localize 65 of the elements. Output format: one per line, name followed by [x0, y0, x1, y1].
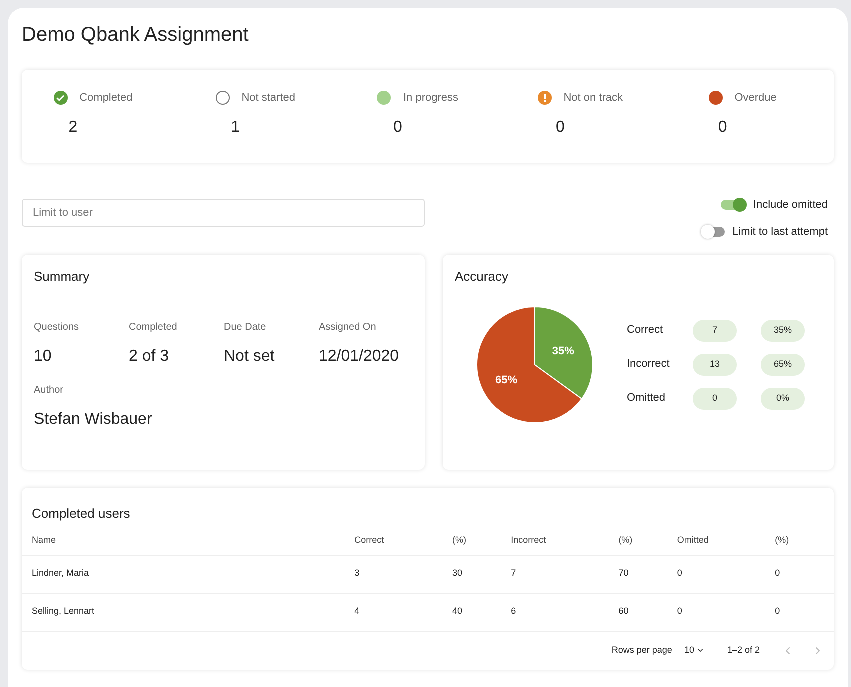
column-header: Incorrect	[511, 534, 548, 546]
rows-per-page-label: Rows per page	[612, 644, 672, 657]
table-cell-text: 3	[354, 567, 361, 580]
table-cell-text: 7	[511, 567, 518, 580]
table-cell-text: Selling, Lennart	[32, 605, 96, 618]
percent-pill: 0%	[761, 388, 805, 410]
percent-pill: 35%	[761, 320, 805, 342]
status-label: Completed	[80, 90, 133, 106]
page-range: 1–2 of 2	[727, 644, 760, 657]
table-cell-text: 4	[354, 605, 361, 618]
field-value: 10	[34, 346, 53, 366]
table-cell-text: 0	[677, 605, 684, 618]
column-header: (%)	[618, 534, 634, 547]
table-cell-text: 30	[452, 567, 464, 580]
status-label: In progress	[403, 90, 458, 106]
field-label: Questions	[34, 320, 80, 334]
page-title: Demo Qbank Assignment	[22, 23, 250, 48]
field-value: 12/01/2020	[319, 346, 400, 366]
count-pill: 0	[693, 388, 737, 410]
column-header: (%)	[452, 534, 468, 547]
status-count: 2	[68, 118, 78, 138]
field-value: Not set	[224, 346, 276, 366]
column-header: Name	[32, 534, 58, 546]
toggle-label: Limit to last attempt	[732, 224, 828, 240]
card-title: Accuracy	[455, 268, 510, 286]
table-cell-text: 0	[677, 567, 684, 580]
user-filter-field[interactable]: Limit to user	[22, 199, 425, 227]
legend-label: Omitted	[627, 391, 667, 406]
slice-label: 35%	[552, 345, 574, 358]
toggle-label: Include omitted	[753, 198, 828, 213]
status-label: Not started	[242, 90, 296, 106]
status-label: Not on track	[564, 90, 624, 106]
rows-per-page-select[interactable]: 10	[684, 644, 706, 658]
table-cell-text: 60	[618, 605, 630, 618]
status-count: 0	[718, 118, 728, 138]
caret-icon	[696, 646, 706, 655]
field-label: Assigned On	[319, 320, 378, 334]
column-header: (%)	[775, 534, 790, 547]
slice-label: 65%	[496, 374, 518, 386]
count-pill: 7	[693, 320, 737, 342]
field-value: Stefan Wisbauer	[34, 410, 154, 430]
status-count: 1	[231, 118, 240, 138]
column-header: Correct	[354, 534, 386, 546]
field-label: Due Date	[224, 320, 268, 334]
table-cell-text: 6	[511, 605, 518, 618]
table-cell-text: Lindner, Maria	[32, 567, 90, 580]
field-label: Completed	[129, 320, 178, 334]
percent-pill: 65%	[761, 354, 805, 376]
card-title: Summary	[34, 268, 91, 286]
field-label: Author	[34, 384, 64, 398]
toggle-switch[interactable]	[721, 198, 748, 212]
column-header: Omitted	[677, 534, 710, 546]
table-cell-text: 40	[452, 605, 464, 618]
card-title: Completed users	[31, 505, 132, 523]
status-label: Overdue	[734, 90, 777, 106]
field-value: 2 of 3	[129, 346, 170, 366]
table-cell-text: 70	[618, 567, 630, 580]
count-pill: 13	[693, 354, 737, 376]
legend-label: Incorrect	[627, 357, 671, 372]
table-cell-text: 0	[775, 605, 782, 618]
toggle-switch[interactable]	[700, 224, 727, 239]
table-cell-text: 0	[775, 567, 782, 580]
status-count: 0	[556, 118, 565, 138]
status-count: 0	[394, 118, 402, 138]
legend-label: Correct	[627, 323, 664, 338]
